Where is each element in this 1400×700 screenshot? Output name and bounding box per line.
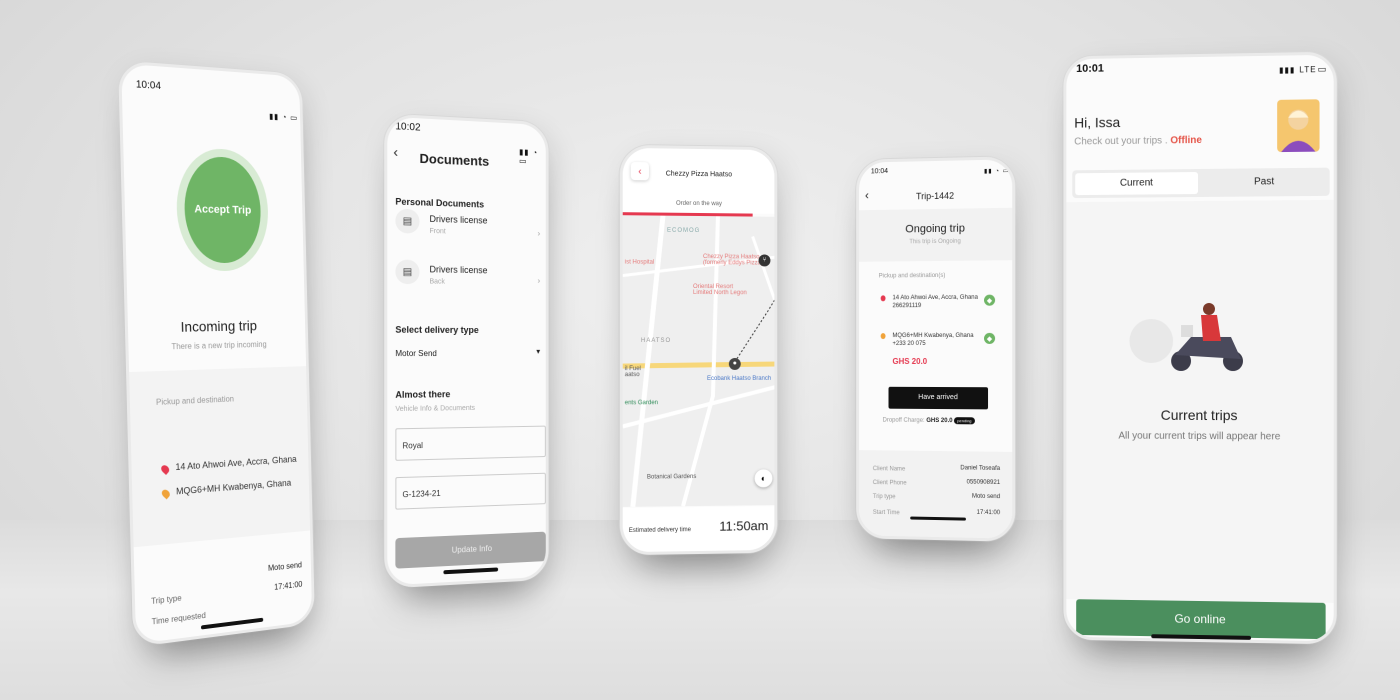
dropoff-label: Dropoff Charge: xyxy=(882,417,925,424)
dropdown-icon: ▾ xyxy=(536,347,541,356)
network-label: LTE xyxy=(1299,65,1317,75)
trips-empty-state xyxy=(1066,199,1334,603)
map-label-garden: ents Garden xyxy=(624,400,659,407)
signal-icon: ▮▮ ◔ ▭ xyxy=(269,111,299,123)
status-time: 10:01 xyxy=(1076,62,1104,75)
delivery-type-value: Motor Send xyxy=(395,348,437,359)
have-arrived-button[interactable]: Have arrived xyxy=(888,386,989,410)
map-label-haatso: HAATSO xyxy=(640,337,672,344)
empty-subtitle: All your current trips will appear here xyxy=(1118,430,1281,443)
destination-address: MQG6+MH Kwabenya, Ghana xyxy=(892,332,974,340)
restaurant-marker-icon[interactable]: ⑂ xyxy=(758,254,771,267)
trips-hint: Check out your trips . Offline xyxy=(1074,135,1202,148)
chevron-right-icon: › xyxy=(537,229,541,238)
empty-title: Current trips xyxy=(1160,406,1238,424)
signal-icon: ▮▮▮ xyxy=(1279,65,1296,75)
client-phone-label: Client Phone xyxy=(872,480,907,487)
doc-side: Front xyxy=(429,227,446,236)
start-time-value: 17:41:00 xyxy=(976,509,1001,517)
ongoing-title: Ongoing trip xyxy=(905,222,965,236)
personal-docs-heading: Personal Documents xyxy=(395,196,485,210)
doc-name: Drivers license xyxy=(429,264,488,276)
map-label-ecomog: ECOMOG xyxy=(666,227,701,235)
time-requested-label: Time requested xyxy=(151,610,206,627)
back-icon[interactable]: ‹ xyxy=(393,143,398,159)
pickup-label: Pickup and destination(s) xyxy=(878,272,946,280)
trip-type-value: Moto send xyxy=(267,560,303,573)
trip-price: GHS 20.0 xyxy=(892,356,928,366)
navigate-icon[interactable]: ◆ xyxy=(984,294,996,306)
trip-type-value: Moto send xyxy=(971,493,1001,501)
doc-name: Drivers license xyxy=(429,213,488,226)
tab-past[interactable]: Past xyxy=(1202,171,1327,194)
scooter-illustration xyxy=(1129,302,1244,372)
incoming-subtitle: There is a new trip incoming xyxy=(171,339,267,352)
pickup-phone: 266291119 xyxy=(892,303,922,310)
home-indicator[interactable] xyxy=(443,567,499,575)
map-label-pizza: Chezzy Pizza Haatso (formerly Eddys Pizz… xyxy=(702,254,763,267)
dropoff-badge: pending xyxy=(954,417,975,425)
home-indicator[interactable] xyxy=(1151,634,1252,640)
eta-label: Estimated delivery time xyxy=(628,527,692,534)
phone-map-tracking: ‹ Chezzy Pizza Haatso Order on the way E… xyxy=(619,144,778,556)
vehicle-plate-field[interactable]: G-1234-21 xyxy=(395,472,546,510)
trip-type-label: Trip type xyxy=(872,493,896,501)
client-name-label: Client Name xyxy=(872,466,906,473)
page-title: Trip-1442 xyxy=(916,190,955,202)
status-time: 10:04 xyxy=(135,79,162,93)
avatar[interactable] xyxy=(1277,99,1320,153)
almost-there-sub: Vehicle Info & Documents xyxy=(395,404,475,414)
phone-incoming-trip: 10:04 ▮▮ ◔ ▭ Accept Trip Incoming trip T… xyxy=(118,60,315,648)
status-badge[interactable]: Offline xyxy=(1170,135,1202,146)
home-indicator[interactable] xyxy=(200,617,264,630)
map-label-botanical: Botanical Gardens xyxy=(646,474,697,481)
go-online-button[interactable]: Go online xyxy=(1076,599,1326,640)
almost-there-heading: Almost there xyxy=(395,389,451,400)
pickup-address: 14 Ato Ahwoi Ave, Accra, Ghana xyxy=(892,294,978,302)
trip-type-label: Trip type xyxy=(151,593,182,607)
dropoff-value: GHS 20.0 xyxy=(926,418,953,425)
trip-tabs: Current Past xyxy=(1072,167,1330,199)
dropoff-row: Dropoff Charge: GHS 20.0 pending xyxy=(883,417,975,425)
doc-side: Back xyxy=(429,278,445,286)
tab-current[interactable]: Current xyxy=(1075,172,1199,196)
navigate-icon[interactable]: ◆ xyxy=(984,332,996,344)
locate-button-icon[interactable]: ◐ xyxy=(754,469,773,488)
client-phone-value: 0550908921 xyxy=(966,479,1001,487)
vehicle-name-field[interactable]: Royal xyxy=(395,425,546,461)
chevron-right-icon: › xyxy=(537,276,541,286)
delivery-type-heading: Select delivery type xyxy=(395,324,479,336)
phone-ongoing-trip: 10:04 ▮▮ ◔ ▭ ‹ Trip-1442 Ongoing trip Th… xyxy=(856,156,1016,542)
signal-icon: ▮▮ ◔ ▭ xyxy=(984,168,1010,176)
update-info-button[interactable]: Update Info xyxy=(395,531,546,569)
map-label-ecobank: Ecobank Haatso Branch xyxy=(706,375,772,382)
phone-documents: 10:02 ▮▮ ◔ ▭ ‹ Documents Personal Docume… xyxy=(384,113,549,589)
incoming-title: Incoming trip xyxy=(180,317,258,335)
battery-icon: ▭ xyxy=(1317,63,1328,75)
destination-pin-icon xyxy=(880,333,886,340)
avatar-illustration xyxy=(1281,109,1316,153)
start-time-label: Start Time xyxy=(872,509,900,517)
destination-phone: +233 20 075 xyxy=(892,341,926,348)
pickup-pin-icon xyxy=(880,295,886,302)
status-time: 10:04 xyxy=(870,167,889,176)
status-time: 10:02 xyxy=(395,121,421,134)
client-name-value: Daniel Toseafa xyxy=(960,465,1001,472)
map-label-fuel: il Fuel aatso xyxy=(624,366,641,379)
greeting: Hi, Issa xyxy=(1074,114,1121,131)
time-requested-value: 17:41:00 xyxy=(274,579,303,592)
map-label-hospital: ist Hospital xyxy=(624,259,655,266)
license-icon: ▤ xyxy=(395,208,420,234)
map-label-resort: Oriental Resort Limited North Legon xyxy=(693,283,747,297)
signal-icon: ▮▮ ◔ ▭ xyxy=(519,147,539,166)
driver-marker-icon[interactable]: ● xyxy=(728,357,741,370)
map-view[interactable]: ECOMOG ist Hospital Chezzy Pizza Haatso … xyxy=(622,215,775,507)
trips-hint-text: Check out your trips . xyxy=(1074,135,1168,148)
page-title: Documents xyxy=(419,150,490,169)
license-icon: ▤ xyxy=(395,259,420,285)
phone-home-current-trips: 10:01 ▮▮▮ LTE ▭ Hi, Issa Check out your … xyxy=(1063,51,1337,645)
eta-value: 11:50am xyxy=(719,518,769,534)
